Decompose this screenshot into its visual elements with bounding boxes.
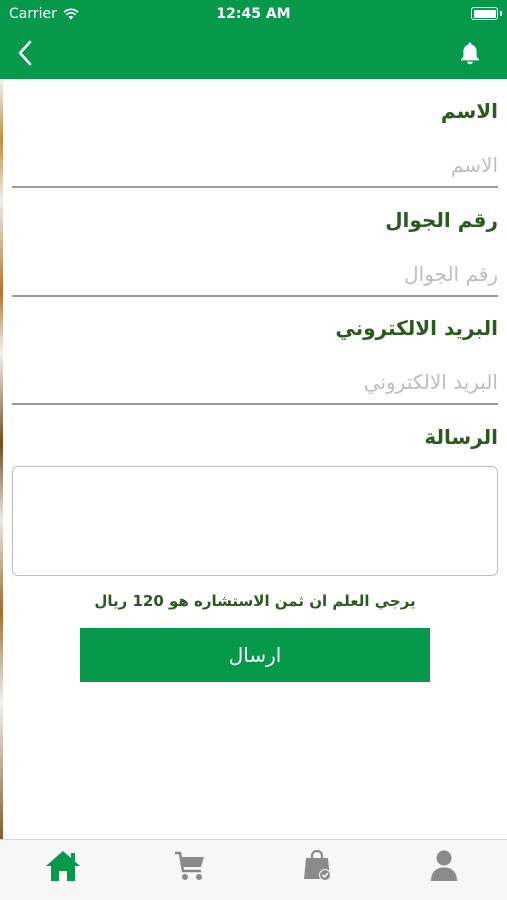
back-button[interactable]: [8, 36, 42, 70]
tab-home[interactable]: [0, 840, 127, 900]
name-input[interactable]: [12, 143, 498, 187]
notifications-button[interactable]: [455, 38, 485, 68]
chevron-left-icon: [18, 40, 32, 66]
email-input[interactable]: [12, 360, 498, 404]
mobile-label: رقم الجوال: [385, 208, 498, 232]
navigation-bar: Carrier 12:45 AM: [0, 0, 507, 79]
message-label: الرسالة: [424, 425, 498, 449]
mobile-input[interactable]: [12, 252, 498, 296]
mobile-underline: [12, 295, 498, 297]
consultation-fee-note: يرجي العلم ان ثمن الاستشاره هو 120 ريال: [94, 592, 416, 610]
name-label: الاسم: [440, 99, 498, 123]
status-time: 12:45 AM: [216, 6, 291, 22]
tab-profile[interactable]: [380, 840, 507, 900]
tab-cart[interactable]: [127, 840, 254, 900]
user-icon: [430, 850, 457, 881]
tab-bar: [0, 839, 507, 900]
email-label: البريد الالكتروني: [335, 316, 498, 340]
email-underline: [12, 403, 498, 405]
home-icon: [46, 851, 81, 881]
status-bar: Carrier 12:45 AM: [0, 0, 507, 28]
bell-icon: [461, 42, 479, 65]
submit-button[interactable]: ارسال: [80, 628, 430, 682]
shopping-bag-check-icon: [303, 849, 331, 881]
message-textarea[interactable]: [12, 466, 498, 576]
background-image-edge: [0, 79, 3, 839]
name-underline: [12, 186, 498, 188]
cart-icon: [175, 851, 205, 880]
battery-icon: [471, 7, 498, 20]
tab-orders[interactable]: [254, 840, 381, 900]
battery-tip: [500, 11, 502, 16]
